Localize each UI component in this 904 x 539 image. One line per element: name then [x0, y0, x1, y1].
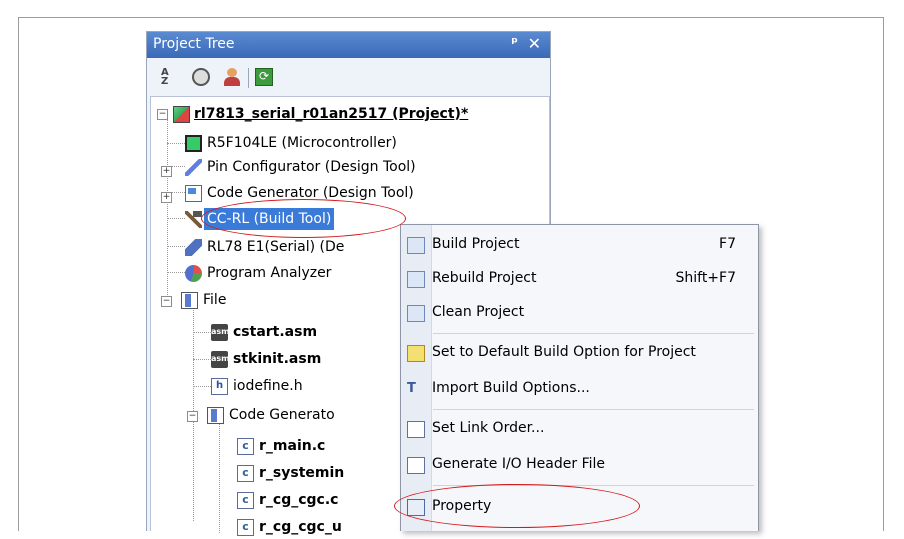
expand-icon[interactable]: +	[161, 166, 172, 177]
refresh-icon[interactable]: ⟳	[255, 68, 273, 86]
menu-item-label: Set Link Order...	[432, 420, 545, 436]
iodefine-label: iodefine.h	[233, 378, 303, 394]
toolbar-separator	[248, 68, 249, 88]
panel-toolbar: AZ ⟳	[147, 58, 550, 96]
debug-tool-icon	[185, 239, 202, 256]
code-generator-folder-label: Code Generato	[229, 407, 335, 423]
collapse-icon[interactable]: −	[157, 109, 168, 120]
menu-item-generate-io-header[interactable]: Generate I/O Header File	[401, 449, 758, 482]
menu-separator	[433, 333, 754, 334]
file-folder-label: File	[203, 292, 227, 308]
cstart-label: cstart.asm	[233, 324, 318, 340]
c-file-icon: c	[237, 465, 254, 482]
menu-item-set-link-order[interactable]: Set Link Order...	[401, 413, 758, 446]
property-icon	[407, 499, 425, 516]
build-tool-label: CC-RL (Build Tool)	[204, 208, 335, 230]
menu-item-label: Build Project	[432, 236, 520, 252]
project-icon	[173, 106, 190, 123]
menu-item-import-build-options[interactable]: T Import Build Options...	[401, 373, 758, 406]
stkinit-label: stkinit.asm	[233, 351, 322, 367]
menu-item-set-default-build-option[interactable]: Set to Default Build Option for Project	[401, 337, 758, 370]
panel-title: Project Tree	[153, 36, 235, 52]
pin-configurator-icon	[185, 159, 202, 176]
default-build-option-icon	[407, 345, 425, 362]
io-header-icon	[407, 457, 425, 474]
c-file-icon: c	[237, 438, 254, 455]
r-systeminit-label: r_systemin	[259, 465, 345, 481]
c-file-icon: c	[237, 492, 254, 509]
folder-icon	[207, 407, 224, 424]
folder-icon	[181, 292, 198, 309]
code-generator-tool-label: Code Generator (Design Tool)	[207, 185, 414, 201]
menu-item-rebuild-project[interactable]: Rebuild Project Shift+F7	[401, 263, 758, 296]
menu-item-label: Generate I/O Header File	[432, 456, 606, 472]
collapse-icon[interactable]: −	[187, 411, 198, 422]
r-main-label: r_main.c	[259, 438, 326, 454]
menu-item-shortcut: Shift+F7	[675, 270, 736, 286]
menu-item-label: Property	[432, 498, 492, 514]
asm-file-icon: asm	[211, 351, 230, 368]
pin-icon[interactable]: ᵖ	[511, 35, 518, 51]
panel-title-bar: Project Tree ᵖ ✕	[147, 32, 550, 58]
microcontroller-label: R5F104LE (Microcontroller)	[207, 135, 397, 151]
program-analyzer-icon	[185, 265, 202, 282]
tree-line	[219, 417, 220, 533]
menu-item-label: Clean Project	[432, 304, 525, 320]
link-order-icon	[407, 421, 425, 438]
r-cg-cgc-label: r_cg_cgc.c	[259, 492, 339, 508]
menu-item-build-project[interactable]: Build Project F7	[401, 229, 758, 262]
pin-configurator-label: Pin Configurator (Design Tool)	[207, 159, 416, 175]
sort-az-icon[interactable]: AZ	[161, 68, 179, 87]
context-menu: Build Project F7 Rebuild Project Shift+F…	[400, 224, 759, 531]
menu-item-clean-project[interactable]: Clean Project	[401, 297, 758, 330]
clean-project-icon	[407, 305, 425, 322]
c-file-icon: c	[237, 519, 254, 536]
build-project-icon	[407, 237, 425, 254]
rebuild-project-icon	[407, 271, 425, 288]
expand-icon[interactable]: +	[161, 192, 172, 203]
hammer-icon	[185, 211, 202, 228]
menu-item-property[interactable]: Property	[401, 491, 758, 524]
microcontroller-icon	[185, 135, 202, 152]
r-cg-cgc-user-label: r_cg_cgc_u	[259, 519, 342, 535]
asm-file-icon: asm	[211, 324, 230, 341]
header-file-icon: h	[211, 378, 228, 395]
collapse-icon[interactable]: −	[161, 296, 172, 307]
import-build-options-icon: T	[407, 381, 416, 396]
program-analyzer-label: Program Analyzer	[207, 265, 332, 281]
close-icon[interactable]: ✕	[528, 34, 541, 53]
code-generator-icon	[185, 185, 202, 202]
menu-separator	[433, 409, 754, 410]
debug-tool-label: RL78 E1(Serial) (De	[207, 239, 345, 255]
menu-item-shortcut: F7	[719, 236, 736, 252]
menu-separator	[433, 485, 754, 486]
menu-item-label: Import Build Options...	[432, 380, 590, 396]
menu-item-label: Set to Default Build Option for Project	[432, 344, 696, 360]
clock-icon[interactable]	[192, 68, 210, 86]
menu-item-label: Rebuild Project	[432, 270, 537, 286]
project-label: rl7813_serial_r01an2517 (Project)*	[194, 106, 469, 122]
user-icon[interactable]	[223, 68, 241, 86]
